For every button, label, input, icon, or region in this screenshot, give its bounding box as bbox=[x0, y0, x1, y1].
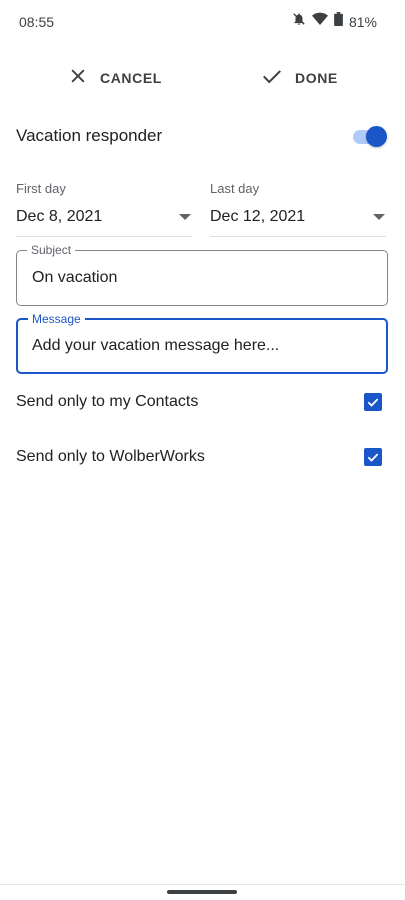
send-only-contacts-checkbox[interactable] bbox=[364, 393, 382, 411]
home-gesture-bar[interactable] bbox=[167, 890, 237, 894]
cancel-label: CANCEL bbox=[100, 70, 162, 86]
send-only-domain-checkbox[interactable] bbox=[364, 448, 382, 466]
wifi-icon bbox=[311, 12, 328, 31]
notifications-off-icon bbox=[292, 12, 306, 31]
message-field[interactable]: Message Add your vacation message here..… bbox=[16, 312, 388, 374]
done-label: DONE bbox=[295, 70, 338, 86]
done-button[interactable]: DONE bbox=[261, 64, 338, 92]
subject-label: Subject bbox=[27, 243, 76, 257]
status-icons: 81% bbox=[292, 12, 377, 31]
battery-percent: 81% bbox=[348, 13, 377, 30]
dropdown-arrow-icon bbox=[178, 208, 192, 226]
dropdown-arrow-icon bbox=[372, 208, 386, 226]
first-day-label: First day bbox=[16, 181, 66, 196]
vacation-responder-toggle[interactable] bbox=[353, 126, 387, 148]
first-day-picker[interactable]: Dec 8, 2021 bbox=[16, 198, 192, 237]
last-day-picker[interactable]: Dec 12, 2021 bbox=[210, 198, 386, 237]
close-icon bbox=[68, 66, 88, 91]
checkmark-icon bbox=[367, 453, 379, 462]
check-icon bbox=[261, 65, 283, 92]
status-time: 08:55 bbox=[19, 14, 55, 30]
last-day-value: Dec 12, 2021 bbox=[210, 208, 306, 225]
cancel-button[interactable]: CANCEL bbox=[68, 64, 162, 92]
first-day-value: Dec 8, 2021 bbox=[16, 208, 103, 225]
subject-field[interactable]: Subject On vacation bbox=[16, 243, 388, 306]
last-day-label: Last day bbox=[210, 181, 260, 196]
bottom-divider bbox=[0, 884, 405, 885]
message-placeholder: Add your vacation message here... bbox=[32, 337, 280, 354]
send-only-domain-label: Send only to WolberWorks bbox=[16, 448, 205, 465]
toggle-thumb bbox=[366, 126, 387, 147]
message-label: Message bbox=[28, 312, 85, 326]
subject-value: On vacation bbox=[32, 269, 118, 286]
vacation-responder-label: Vacation responder bbox=[16, 126, 163, 145]
send-only-contacts-label: Send only to my Contacts bbox=[16, 393, 199, 410]
battery-icon bbox=[334, 12, 343, 31]
checkmark-icon bbox=[367, 398, 379, 407]
